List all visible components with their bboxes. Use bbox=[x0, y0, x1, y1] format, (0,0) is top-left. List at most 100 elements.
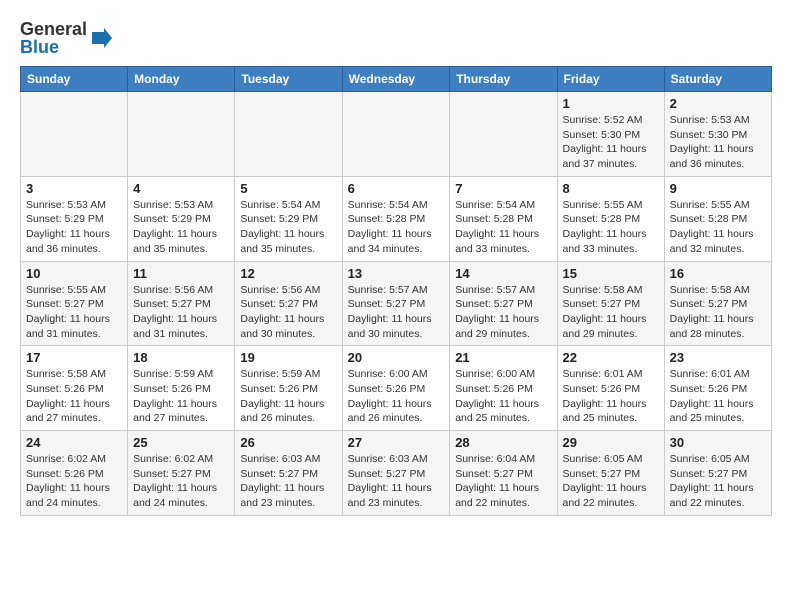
day-info: Sunrise: 6:02 AMSunset: 5:27 PMDaylight:… bbox=[133, 452, 229, 511]
calendar-cell: 26 Sunrise: 6:03 AMSunset: 5:27 PMDayligh… bbox=[235, 431, 342, 516]
day-info: Sunrise: 6:01 AMSunset: 5:26 PMDaylight:… bbox=[563, 367, 659, 426]
day-number: 22 bbox=[563, 350, 659, 365]
weekday-monday: Monday bbox=[128, 67, 235, 92]
day-info: Sunrise: 5:56 AMSunset: 5:27 PMDaylight:… bbox=[133, 283, 229, 342]
calendar-cell bbox=[235, 92, 342, 177]
day-number: 16 bbox=[670, 266, 766, 281]
calendar-cell: 14 Sunrise: 5:57 AMSunset: 5:27 PMDayligh… bbox=[450, 261, 557, 346]
day-number: 14 bbox=[455, 266, 551, 281]
day-number: 21 bbox=[455, 350, 551, 365]
day-info: Sunrise: 5:53 AMSunset: 5:29 PMDaylight:… bbox=[133, 198, 229, 257]
logo-arrow-icon bbox=[90, 27, 112, 49]
day-info: Sunrise: 6:01 AMSunset: 5:26 PMDaylight:… bbox=[670, 367, 766, 426]
weekday-header-row: SundayMondayTuesdayWednesdayThursdayFrid… bbox=[21, 67, 772, 92]
day-info: Sunrise: 5:59 AMSunset: 5:26 PMDaylight:… bbox=[133, 367, 229, 426]
calendar-cell bbox=[342, 92, 450, 177]
calendar-cell: 27Sunrise: 6:03 AMSunset: 5:27 PMDayligh… bbox=[342, 431, 450, 516]
calendar-cell: 12 Sunrise: 5:56 AMSunset: 5:27 PMDayligh… bbox=[235, 261, 342, 346]
calendar-cell: 25 Sunrise: 6:02 AMSunset: 5:27 PMDayligh… bbox=[128, 431, 235, 516]
calendar-cell: 17 Sunrise: 5:58 AMSunset: 5:26 PMDayligh… bbox=[21, 346, 128, 431]
day-number: 30 bbox=[670, 435, 766, 450]
day-number: 19 bbox=[240, 350, 336, 365]
day-info: Sunrise: 5:57 AMSunset: 5:27 PMDaylight:… bbox=[455, 283, 551, 342]
day-info: Sunrise: 5:57 AMSunset: 5:27 PMDaylight:… bbox=[348, 283, 445, 342]
day-number: 17 bbox=[26, 350, 122, 365]
day-info: Sunrise: 5:52 AMSunset: 5:30 PMDaylight:… bbox=[563, 113, 659, 172]
calendar-cell bbox=[450, 92, 557, 177]
day-number: 23 bbox=[670, 350, 766, 365]
calendar-cell: 11 Sunrise: 5:56 AMSunset: 5:27 PMDayligh… bbox=[128, 261, 235, 346]
calendar-cell: 10 Sunrise: 5:55 AMSunset: 5:27 PMDayligh… bbox=[21, 261, 128, 346]
day-info: Sunrise: 5:54 AMSunset: 5:29 PMDaylight:… bbox=[240, 198, 336, 257]
day-info: Sunrise: 5:54 AMSunset: 5:28 PMDaylight:… bbox=[348, 198, 445, 257]
day-info: Sunrise: 5:55 AMSunset: 5:28 PMDaylight:… bbox=[670, 198, 766, 257]
calendar-cell: 1 Sunrise: 5:52 AMSunset: 5:30 PMDaylight… bbox=[557, 92, 664, 177]
logo-general-text: General bbox=[20, 20, 87, 38]
day-number: 25 bbox=[133, 435, 229, 450]
day-info: Sunrise: 5:53 AMSunset: 5:29 PMDaylight:… bbox=[26, 198, 122, 257]
day-info: Sunrise: 5:54 AMSunset: 5:28 PMDaylight:… bbox=[455, 198, 551, 257]
weekday-wednesday: Wednesday bbox=[342, 67, 450, 92]
day-number: 28 bbox=[455, 435, 551, 450]
page-header: General Blue bbox=[20, 20, 772, 56]
day-number: 2 bbox=[670, 96, 766, 111]
calendar-cell: 18Sunrise: 5:59 AMSunset: 5:26 PMDayligh… bbox=[128, 346, 235, 431]
calendar-cell: 9 Sunrise: 5:55 AMSunset: 5:28 PMDaylight… bbox=[664, 176, 771, 261]
day-number: 6 bbox=[348, 181, 445, 196]
calendar-cell: 13 Sunrise: 5:57 AMSunset: 5:27 PMDayligh… bbox=[342, 261, 450, 346]
day-number: 15 bbox=[563, 266, 659, 281]
day-number: 27 bbox=[348, 435, 445, 450]
week-row-2: 3 Sunrise: 5:53 AMSunset: 5:29 PMDaylight… bbox=[21, 176, 772, 261]
calendar-cell: 21Sunrise: 6:00 AMSunset: 5:26 PMDayligh… bbox=[450, 346, 557, 431]
calendar-cell: 6 Sunrise: 5:54 AMSunset: 5:28 PMDaylight… bbox=[342, 176, 450, 261]
calendar-cell: 30 Sunrise: 6:05 AMSunset: 5:27 PMDayligh… bbox=[664, 431, 771, 516]
calendar-cell: 19 Sunrise: 5:59 AMSunset: 5:26 PMDayligh… bbox=[235, 346, 342, 431]
day-number: 3 bbox=[26, 181, 122, 196]
calendar-cell: 22 Sunrise: 6:01 AMSunset: 5:26 PMDayligh… bbox=[557, 346, 664, 431]
calendar-table: SundayMondayTuesdayWednesdayThursdayFrid… bbox=[20, 66, 772, 516]
day-number: 9 bbox=[670, 181, 766, 196]
calendar-cell: 24 Sunrise: 6:02 AMSunset: 5:26 PMDayligh… bbox=[21, 431, 128, 516]
calendar-cell bbox=[128, 92, 235, 177]
day-number: 12 bbox=[240, 266, 336, 281]
day-number: 10 bbox=[26, 266, 122, 281]
calendar-cell: 4 Sunrise: 5:53 AMSunset: 5:29 PMDaylight… bbox=[128, 176, 235, 261]
day-number: 24 bbox=[26, 435, 122, 450]
day-info: Sunrise: 6:04 AMSunset: 5:27 PMDaylight:… bbox=[455, 452, 551, 511]
calendar-cell bbox=[21, 92, 128, 177]
weekday-friday: Friday bbox=[557, 67, 664, 92]
day-info: Sunrise: 5:59 AMSunset: 5:26 PMDaylight:… bbox=[240, 367, 336, 426]
day-info: Sunrise: 5:58 AMSunset: 5:26 PMDaylight:… bbox=[26, 367, 122, 426]
calendar-cell: 28 Sunrise: 6:04 AMSunset: 5:27 PMDayligh… bbox=[450, 431, 557, 516]
calendar-cell: 7Sunrise: 5:54 AMSunset: 5:28 PMDaylight… bbox=[450, 176, 557, 261]
day-number: 5 bbox=[240, 181, 336, 196]
day-info: Sunrise: 6:03 AMSunset: 5:27 PMDaylight:… bbox=[240, 452, 336, 511]
day-info: Sunrise: 5:58 AMSunset: 5:27 PMDaylight:… bbox=[563, 283, 659, 342]
calendar-cell: 8 Sunrise: 5:55 AMSunset: 5:28 PMDaylight… bbox=[557, 176, 664, 261]
calendar-cell: 5 Sunrise: 5:54 AMSunset: 5:29 PMDaylight… bbox=[235, 176, 342, 261]
day-number: 13 bbox=[348, 266, 445, 281]
day-number: 8 bbox=[563, 181, 659, 196]
day-number: 26 bbox=[240, 435, 336, 450]
week-row-5: 24 Sunrise: 6:02 AMSunset: 5:26 PMDayligh… bbox=[21, 431, 772, 516]
weekday-saturday: Saturday bbox=[664, 67, 771, 92]
day-info: Sunrise: 6:02 AMSunset: 5:26 PMDaylight:… bbox=[26, 452, 122, 511]
calendar-cell: 16Sunrise: 5:58 AMSunset: 5:27 PMDayligh… bbox=[664, 261, 771, 346]
day-number: 4 bbox=[133, 181, 229, 196]
day-number: 1 bbox=[563, 96, 659, 111]
day-info: Sunrise: 5:56 AMSunset: 5:27 PMDaylight:… bbox=[240, 283, 336, 342]
logo: General Blue bbox=[20, 20, 112, 56]
calendar-cell: 15 Sunrise: 5:58 AMSunset: 5:27 PMDayligh… bbox=[557, 261, 664, 346]
day-number: 20 bbox=[348, 350, 445, 365]
day-info: Sunrise: 5:55 AMSunset: 5:27 PMDaylight:… bbox=[26, 283, 122, 342]
calendar-cell: 20Sunrise: 6:00 AMSunset: 5:26 PMDayligh… bbox=[342, 346, 450, 431]
weekday-sunday: Sunday bbox=[21, 67, 128, 92]
day-info: Sunrise: 6:05 AMSunset: 5:27 PMDaylight:… bbox=[670, 452, 766, 511]
calendar-cell: 23 Sunrise: 6:01 AMSunset: 5:26 PMDayligh… bbox=[664, 346, 771, 431]
calendar-cell: 3 Sunrise: 5:53 AMSunset: 5:29 PMDaylight… bbox=[21, 176, 128, 261]
day-info: Sunrise: 5:53 AMSunset: 5:30 PMDaylight:… bbox=[670, 113, 766, 172]
day-number: 11 bbox=[133, 266, 229, 281]
weekday-tuesday: Tuesday bbox=[235, 67, 342, 92]
week-row-1: 1 Sunrise: 5:52 AMSunset: 5:30 PMDaylight… bbox=[21, 92, 772, 177]
day-info: Sunrise: 5:55 AMSunset: 5:28 PMDaylight:… bbox=[563, 198, 659, 257]
